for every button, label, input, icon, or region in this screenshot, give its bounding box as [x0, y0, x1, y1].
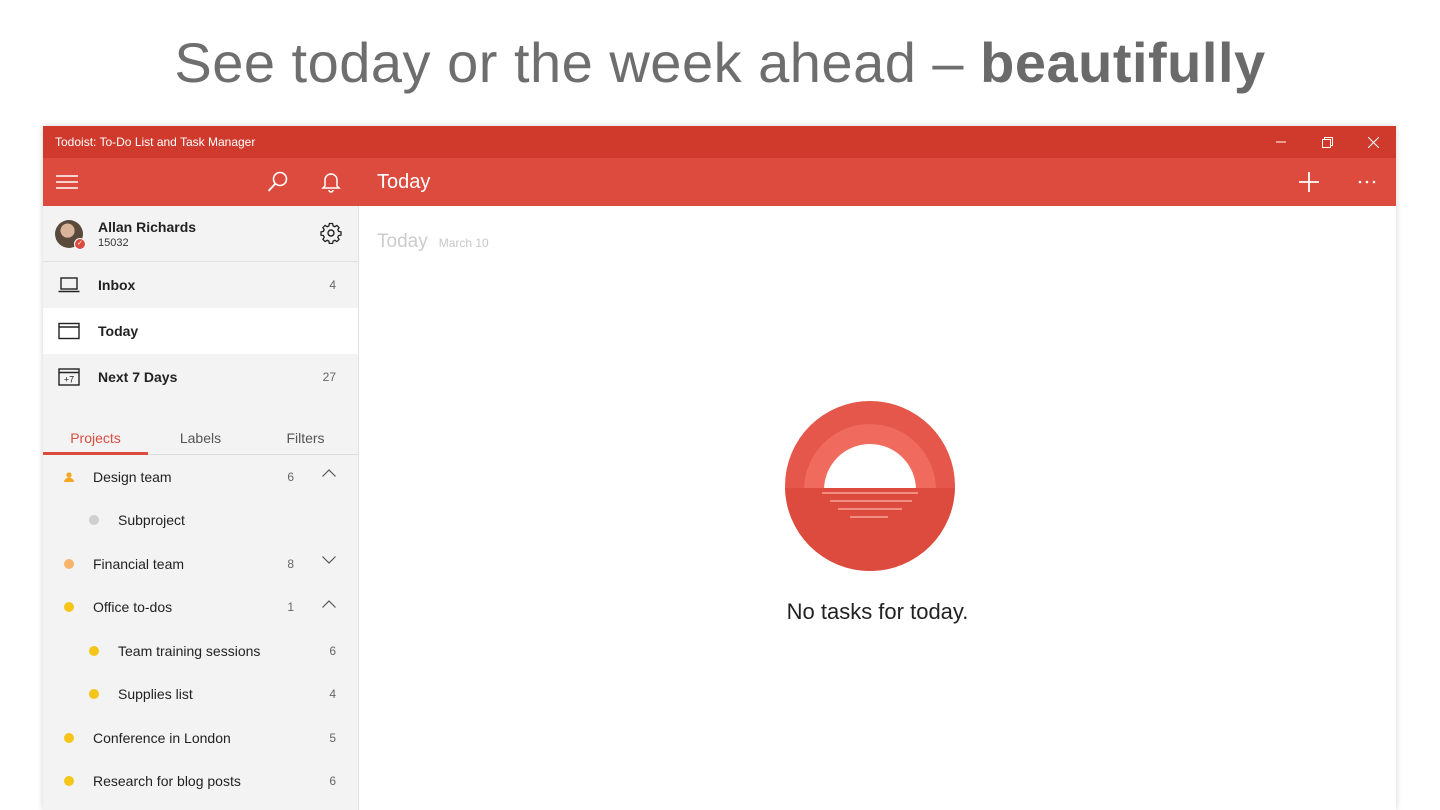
- view-date: March 10: [438, 236, 489, 250]
- menu-button[interactable]: [43, 158, 91, 206]
- project-item[interactable]: Team training sessions 6: [43, 629, 358, 673]
- window-controls: [1258, 126, 1396, 158]
- nav-today[interactable]: Today: [43, 308, 358, 354]
- project-label: Subproject: [118, 512, 185, 529]
- chevron-down-icon[interactable]: [322, 556, 336, 564]
- headline-text: See today or the week ahead –: [174, 31, 981, 94]
- project-count: 4: [329, 687, 336, 702]
- search-icon: [267, 171, 288, 192]
- shared-project-icon: [64, 472, 74, 482]
- minimize-button[interactable]: [1258, 126, 1304, 158]
- project-count: 6: [329, 643, 336, 658]
- settings-button[interactable]: [320, 222, 342, 249]
- gear-icon: [320, 222, 342, 245]
- search-button[interactable]: [254, 158, 302, 206]
- chevron-up-icon[interactable]: [322, 599, 336, 608]
- project-count: 8: [287, 556, 294, 571]
- project-label: Financial team: [93, 555, 185, 572]
- tab-labels[interactable]: Labels: [148, 422, 253, 454]
- nav-next-7-days[interactable]: +7 Next 7 Days 27: [43, 354, 358, 400]
- nav-label: Next 7 Days: [98, 369, 178, 385]
- inbox-icon: [57, 273, 81, 297]
- user-profile[interactable]: ✓ Allan Richards 15032: [43, 206, 358, 262]
- project-list: Design team 6 Subproject Financial team …: [43, 455, 358, 803]
- project-label: Design team: [93, 468, 172, 485]
- next-7-days-icon: +7: [57, 365, 81, 389]
- project-label: Conference in London: [93, 729, 231, 746]
- more-icon: [1358, 180, 1376, 184]
- project-item[interactable]: Research for blog posts 6: [43, 760, 358, 804]
- project-label: Supplies list: [118, 686, 193, 703]
- project-color-dot: [89, 689, 99, 700]
- marketing-headline: See today or the week ahead – beautifull…: [0, 30, 1440, 95]
- user-name: Allan Richards: [98, 218, 197, 235]
- bell-icon: [321, 173, 341, 193]
- close-icon: [1367, 136, 1379, 148]
- nav-inbox[interactable]: Inbox 4: [43, 262, 358, 308]
- plus-icon: [1299, 172, 1319, 192]
- sunset-illustration-icon: [785, 401, 955, 571]
- calendar-icon: [57, 319, 81, 343]
- nav-count: 27: [322, 370, 336, 384]
- add-task-button[interactable]: [1280, 158, 1338, 206]
- project-color-dot: [64, 732, 74, 743]
- hamburger-icon: [56, 175, 78, 189]
- project-color-dot: [64, 602, 74, 613]
- premium-badge-icon: ✓: [74, 237, 86, 250]
- sidebar-tabs: Projects Labels Filters: [43, 422, 358, 455]
- project-label: Office to-dos: [93, 599, 173, 616]
- notifications-button[interactable]: [307, 158, 355, 206]
- app-bar-left: [43, 158, 359, 206]
- avatar: ✓: [55, 219, 86, 250]
- nav-count: 4: [329, 278, 336, 292]
- user-karma: 15032: [98, 236, 129, 249]
- app-window: Todoist: To-Do List and Task Manager Tod…: [43, 126, 1396, 810]
- empty-state-message: No tasks for today.: [786, 599, 969, 624]
- project-count: 1: [287, 600, 294, 615]
- project-label: Team training sessions: [118, 642, 261, 659]
- project-item[interactable]: Design team 6: [43, 455, 358, 499]
- sidebar: ✓ Allan Richards 15032 Inbox 4 Today +7 …: [43, 206, 359, 810]
- project-color-dot: [64, 558, 74, 569]
- tab-projects[interactable]: Projects: [43, 422, 148, 455]
- view-header: Today March 10: [377, 231, 489, 253]
- headline-emphasis: beautifully: [980, 31, 1266, 94]
- more-options-button[interactable]: [1338, 158, 1396, 206]
- tab-filters[interactable]: Filters: [253, 422, 358, 454]
- restore-icon: [1321, 136, 1333, 148]
- app-bar: Today: [43, 158, 1396, 206]
- nav-label: Today: [98, 323, 139, 339]
- project-item[interactable]: Financial team 8: [43, 542, 358, 586]
- app-bar-title: Today: [377, 170, 431, 193]
- view-title: Today: [377, 231, 428, 252]
- minimize-icon: [1276, 141, 1286, 143]
- project-color-dot: [64, 776, 74, 787]
- app-bar-right: [1280, 158, 1396, 206]
- project-item[interactable]: Conference in London 5: [43, 716, 358, 760]
- project-item[interactable]: Supplies list 4: [43, 673, 358, 717]
- chevron-up-icon[interactable]: [322, 469, 336, 477]
- project-count: 5: [329, 730, 336, 745]
- user-info: Allan Richards 15032: [98, 219, 196, 249]
- main-content: Today March 10 No tasks for today.: [359, 206, 1396, 810]
- project-label: Research for blog posts: [93, 773, 241, 790]
- close-button[interactable]: [1350, 126, 1396, 158]
- project-color-dot: [89, 645, 99, 656]
- project-count: 6: [329, 774, 336, 789]
- project-item[interactable]: Office to-dos 1: [43, 586, 358, 630]
- window-title: Todoist: To-Do List and Task Manager: [55, 135, 256, 149]
- project-item[interactable]: Subproject: [43, 499, 358, 543]
- svg-text:+7: +7: [64, 375, 74, 385]
- window-titlebar: Todoist: To-Do List and Task Manager: [43, 126, 1396, 158]
- project-color-dot: [89, 515, 99, 526]
- project-count: 6: [287, 469, 294, 484]
- nav-label: Inbox: [98, 277, 136, 293]
- restore-button[interactable]: [1304, 126, 1350, 158]
